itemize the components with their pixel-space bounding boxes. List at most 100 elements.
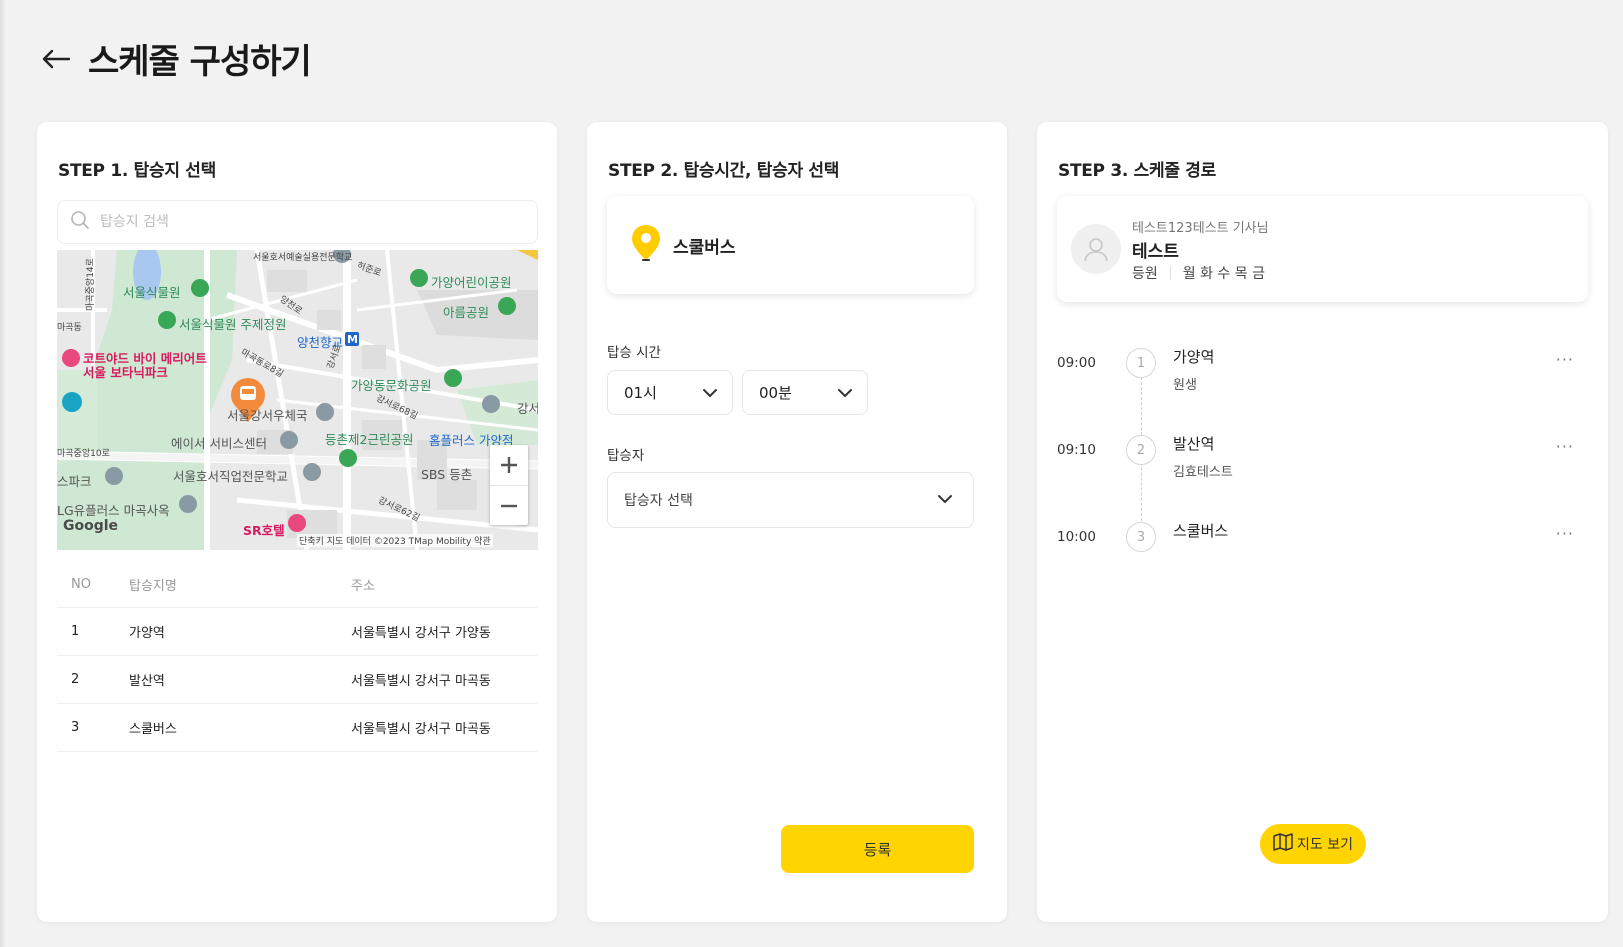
table-row[interactable]: 1 가양역 서울특별시 강서구 가양동 <box>57 608 538 656</box>
more-icon[interactable]: ··· <box>1556 524 1574 543</box>
step2-card: STEP 2. 탑승시간, 탑승자 선택 스쿨버스 탑승 시간 01시 00분 … <box>587 122 1007 922</box>
rider-select[interactable]: 탑승자 선택 <box>607 472 974 528</box>
row-no: 1 <box>71 624 80 639</box>
selected-stop-name: 스쿨버스 <box>673 237 736 258</box>
zoom-in-icon[interactable] <box>490 445 528 485</box>
map-label-gayang-kids: 가양어린이공원 <box>431 275 512 290</box>
table-row[interactable]: 3 스쿨버스 서울특별시 강서구 마곡동 <box>57 704 538 752</box>
page-title: 스케줄 구성하기 <box>88 42 312 82</box>
route-stop: 10:00 3 스쿨버스 ··· <box>1057 518 1588 578</box>
map-label-lg: LG유플러스 마곡사옥 <box>57 503 170 518</box>
map-label-service: 에이서 서비스센터 <box>171 436 267 451</box>
step1-card: STEP 1. 탑승지 선택 탑승지 검색 M 서울식물원 서울식물원 주제정원… <box>37 122 557 922</box>
driver-subtitle: 테스트123테스트 기사님 <box>1132 221 1269 236</box>
minute-value: 00분 <box>759 384 792 402</box>
hour-select[interactable]: 01시 <box>607 370 733 415</box>
chevron-down-icon <box>837 384 853 402</box>
map-label-sr-hotel: SR호텔 <box>243 523 285 538</box>
map-label-botanic: 서울식물원 <box>123 285 181 300</box>
row-address: 서울특별시 강서구 가양동 <box>351 626 491 641</box>
step3-title: STEP 3. 스케줄 경로 <box>1058 161 1216 181</box>
map-label-sbs: SBS 등촌 <box>421 467 473 482</box>
row-address: 서울특별시 강서구 마곡동 <box>351 674 491 689</box>
route-stop: 09:10 2 발산역 김효테스트 ··· <box>1057 431 1588 491</box>
rider-placeholder: 탑승자 선택 <box>624 493 693 509</box>
map-label-post: 서울강서우체국 <box>227 408 308 423</box>
stop-rider: 원생 <box>1173 378 1197 393</box>
view-map-button[interactable]: 지도 보기 <box>1260 824 1366 864</box>
stop-rider: 김효테스트 <box>1173 465 1233 480</box>
schedule-days: 월 화 수 목 금 <box>1182 266 1265 282</box>
schedule-type: 등원 <box>1132 266 1158 282</box>
row-name: 스쿨버스 <box>129 722 177 737</box>
driver-meta: 등원 월 화 수 목 금 <box>1132 263 1265 283</box>
stop-name: 발산역 <box>1173 435 1215 453</box>
col-no-header: NO <box>71 577 91 592</box>
map-label-gayang-culture: 가양동문화공원 <box>351 378 432 393</box>
divider <box>1169 266 1171 280</box>
more-icon[interactable]: ··· <box>1556 350 1574 369</box>
stop-number: 3 <box>1126 522 1156 552</box>
map-icon <box>1273 833 1293 855</box>
svg-text:M: M <box>347 333 358 346</box>
map-label-magok: 마곡동 <box>57 323 82 333</box>
location-pin-icon <box>631 224 661 266</box>
stop-name: 가양역 <box>1173 348 1215 366</box>
table-row[interactable]: 2 발산역 서울특별시 강서구 마곡동 <box>57 656 538 704</box>
rider-label: 탑승자 <box>607 448 645 464</box>
more-icon[interactable]: ··· <box>1556 437 1574 456</box>
zoom-out-icon[interactable] <box>490 485 528 525</box>
stop-number: 1 <box>1126 348 1156 378</box>
row-address: 서울특별시 강서구 마곡동 <box>351 722 491 737</box>
map-label-areum: 아름공원 <box>443 305 490 320</box>
page-header: 스케줄 구성하기 <box>40 34 312 83</box>
driver-card: 테스트123테스트 기사님 테스트 등원 월 화 수 목 금 <box>1057 196 1588 302</box>
map-label-top-school: 서울호서예술실용전문학교 <box>253 253 353 263</box>
step2-title: STEP 2. 탑승시간, 탑승자 선택 <box>608 161 840 181</box>
row-name: 가양역 <box>129 626 165 641</box>
map-label-magokjungang10: 마곡중앙10로 <box>57 449 110 459</box>
driver-name: 테스트 <box>1132 242 1179 262</box>
avatar <box>1071 224 1121 274</box>
window-edge <box>0 0 6 947</box>
col-address-header: 주소 <box>351 579 375 594</box>
map-attribution[interactable]: 단축키 지도 데이터 ©2023 TMap Mobility 약관 <box>297 534 493 547</box>
map-label-botanic-park: 서울 보타닉파크 <box>83 365 168 380</box>
stop-time: 10:00 <box>1057 529 1096 545</box>
stop-name: 스쿨버스 <box>1173 522 1229 540</box>
stop-time: 09:10 <box>1057 442 1096 458</box>
user-icon <box>1084 238 1108 262</box>
step1-title: STEP 1. 탑승지 선택 <box>58 161 216 181</box>
register-button[interactable]: 등록 <box>781 825 974 873</box>
back-arrow-icon[interactable] <box>40 43 72 75</box>
stop-number: 2 <box>1126 435 1156 465</box>
stop-time: 09:00 <box>1057 355 1096 371</box>
minute-select[interactable]: 00분 <box>742 370 868 415</box>
map-label-magokjungang14: 마곡중앙14로 <box>85 258 96 311</box>
boarding-time-label: 탑승 시간 <box>607 345 661 361</box>
map-label-hoseo: 서울호서직업전문학교 <box>173 469 289 484</box>
stop-search-input[interactable] <box>100 214 500 230</box>
hour-value: 01시 <box>624 384 657 402</box>
stop-search-box[interactable] <box>57 200 538 244</box>
map-label-gang: 강서 <box>517 401 538 416</box>
chevron-down-icon <box>702 384 718 402</box>
row-no: 3 <box>71 720 80 735</box>
row-name: 발산역 <box>129 674 165 689</box>
step3-card: STEP 3. 스케줄 경로 테스트123테스트 기사님 테스트 등원 월 화 … <box>1037 122 1608 922</box>
row-no: 2 <box>71 672 80 687</box>
selected-stop-card: 스쿨버스 <box>607 196 974 294</box>
stops-table: NO 탑승지명 주소 1 가양역 서울특별시 강서구 가양동 2 발산역 서울특… <box>57 562 538 752</box>
map-zoom-control <box>490 445 528 525</box>
route-stop: 09:00 1 가양역 원생 ··· <box>1057 344 1588 404</box>
table-header: NO 탑승지명 주소 <box>57 562 538 608</box>
col-name-header: 탑승지명 <box>129 579 177 594</box>
map-label-park-left: 스파크 <box>57 474 92 489</box>
view-map-label: 지도 보기 <box>1297 837 1353 853</box>
chevron-down-icon <box>937 492 953 508</box>
map-view[interactable]: M 서울식물원 서울식물원 주제정원 코트야드 바이 메리어트 서울 보타닉파크… <box>57 250 538 550</box>
map-label-deungchon: 등촌제2근린공원 <box>325 432 414 447</box>
map-label-theme-garden: 서울식물원 주제정원 <box>179 317 287 332</box>
google-logo: Google <box>63 518 119 534</box>
search-icon <box>70 210 90 234</box>
